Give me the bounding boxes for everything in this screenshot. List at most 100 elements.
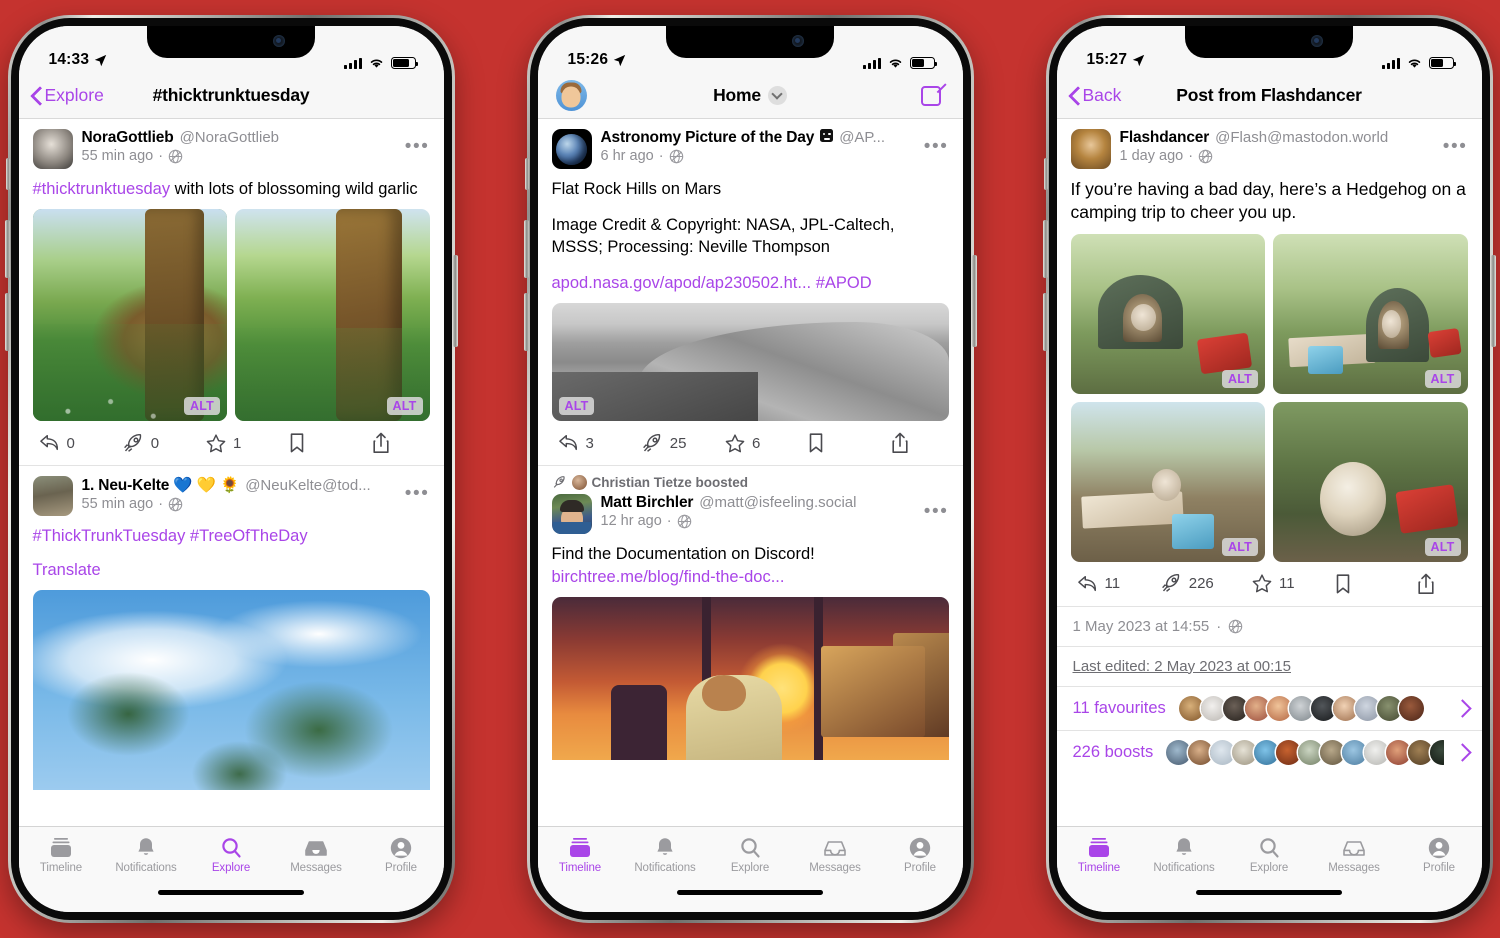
hashtag-link[interactable]: #thicktrunktuesday bbox=[33, 180, 171, 198]
feed[interactable]: NoraGottlieb @NoraGottlieb 55 min ago · bbox=[18, 119, 444, 826]
boost-button[interactable]: 0 bbox=[122, 433, 168, 454]
tab-notifications[interactable]: Notifications bbox=[1142, 836, 1227, 874]
volume-down-button[interactable] bbox=[523, 293, 529, 351]
favourites-row[interactable]: 11 favourites bbox=[1056, 685, 1482, 730]
volume-down-button[interactable] bbox=[1042, 293, 1048, 351]
post-author[interactable]: NoraGottlieb bbox=[82, 129, 174, 147]
post-more-button[interactable]: ••• bbox=[924, 494, 949, 521]
tab-timeline[interactable]: Timeline bbox=[1057, 836, 1142, 874]
boost-attribution-label[interactable]: Christian Tietze boosted bbox=[592, 475, 749, 490]
tab-messages[interactable]: Messages bbox=[793, 836, 878, 874]
tab-profile[interactable]: Profile bbox=[359, 836, 444, 874]
avatar[interactable] bbox=[551, 494, 592, 535]
media-image[interactable]: ALT bbox=[1070, 401, 1265, 562]
compose-button[interactable] bbox=[920, 82, 947, 108]
reply-button[interactable]: 11 bbox=[1077, 574, 1123, 594]
home-indicator[interactable] bbox=[677, 890, 823, 895]
volume-down-button[interactable] bbox=[4, 293, 10, 351]
volume-up-button[interactable] bbox=[523, 220, 529, 278]
share-button[interactable] bbox=[891, 432, 937, 454]
alt-badge[interactable]: ALT bbox=[1222, 369, 1258, 388]
tab-explore[interactable]: Explore bbox=[189, 836, 274, 874]
volume-up-button[interactable] bbox=[1042, 220, 1048, 278]
tab-timeline[interactable]: Timeline bbox=[19, 836, 104, 874]
translate-button[interactable]: Translate bbox=[33, 559, 430, 581]
reply-button[interactable]: 3 bbox=[558, 433, 604, 453]
media-image[interactable] bbox=[32, 590, 430, 791]
bookmark-button[interactable] bbox=[1334, 573, 1380, 595]
tab-timeline[interactable]: Timeline bbox=[538, 836, 623, 874]
post-author[interactable]: 1. Neu-Kelte 💙 💛 🌻 bbox=[82, 476, 240, 495]
post-more-button[interactable]: ••• bbox=[1443, 129, 1468, 156]
post-author[interactable]: Flashdancer bbox=[1120, 129, 1210, 147]
media-image[interactable]: ALT bbox=[1273, 401, 1468, 562]
favouriters-avatars[interactable] bbox=[1178, 695, 1444, 721]
alt-badge[interactable]: ALT bbox=[1222, 537, 1258, 556]
tab-messages[interactable]: Messages bbox=[274, 836, 359, 874]
favourite-button[interactable]: 1 bbox=[205, 433, 251, 454]
feed[interactable]: Astronomy Picture of the Day @AP... 6 hr… bbox=[537, 119, 963, 826]
post-more-button[interactable]: ••• bbox=[924, 129, 949, 156]
post-item[interactable]: Flashdancer @Flash@mastodon.world 1 day … bbox=[1057, 119, 1482, 606]
media-image[interactable]: ALT bbox=[551, 303, 949, 422]
tab-profile[interactable]: Profile bbox=[878, 836, 963, 874]
post-author[interactable]: Astronomy Picture of the Day bbox=[601, 129, 815, 147]
share-button[interactable] bbox=[372, 432, 418, 454]
tab-notifications[interactable]: Notifications bbox=[104, 836, 189, 874]
home-indicator[interactable] bbox=[1196, 890, 1342, 895]
media-image[interactable]: ALT bbox=[1273, 233, 1468, 394]
chevron-right-icon[interactable] bbox=[1456, 742, 1468, 762]
chevron-right-icon[interactable] bbox=[1456, 698, 1468, 718]
home-indicator[interactable] bbox=[158, 890, 304, 895]
power-button[interactable] bbox=[452, 255, 458, 347]
tab-explore[interactable]: Explore bbox=[1227, 836, 1312, 874]
post-item[interactable]: NoraGottlieb @NoraGottlieb 55 min ago · bbox=[18, 119, 444, 467]
share-button[interactable] bbox=[1417, 573, 1463, 595]
alt-badge[interactable]: ALT bbox=[558, 397, 595, 416]
media-image[interactable] bbox=[551, 596, 949, 760]
tab-messages[interactable]: Messages bbox=[1312, 836, 1397, 874]
boost-button[interactable]: 25 bbox=[641, 433, 687, 454]
avatar[interactable] bbox=[551, 129, 592, 169]
mute-switch[interactable] bbox=[1043, 158, 1048, 190]
media-image[interactable]: ALT bbox=[32, 209, 227, 422]
alt-badge[interactable]: ALT bbox=[1424, 537, 1461, 556]
mute-switch[interactable] bbox=[5, 158, 10, 190]
media-image[interactable]: ALT bbox=[235, 209, 430, 422]
back-button[interactable]: Explore bbox=[31, 85, 104, 106]
post-author[interactable]: Matt Birchler bbox=[601, 494, 694, 512]
power-button[interactable] bbox=[1490, 255, 1496, 347]
post-link[interactable]: birchtree.me/blog/find-the-doc... bbox=[552, 568, 785, 586]
alt-badge[interactable]: ALT bbox=[386, 397, 423, 416]
power-button[interactable] bbox=[971, 255, 977, 347]
last-edited-row[interactable]: Last edited: 2 May 2023 at 00:15 bbox=[1056, 645, 1482, 686]
bookmark-button[interactable] bbox=[288, 432, 334, 454]
alt-badge[interactable]: ALT bbox=[1424, 369, 1461, 388]
account-switcher-button[interactable] bbox=[555, 80, 587, 111]
post-more-button[interactable]: ••• bbox=[405, 476, 430, 503]
avatar[interactable] bbox=[571, 475, 587, 491]
feed[interactable]: Flashdancer @Flash@mastodon.world 1 day … bbox=[1056, 119, 1482, 826]
hashtag-link[interactable]: #ThickTrunkTuesday #TreeOfTheDay bbox=[33, 527, 308, 545]
post-link[interactable]: apod.nasa.gov/apod/ap230502.ht... bbox=[552, 274, 812, 292]
bookmark-button[interactable] bbox=[807, 432, 853, 454]
chevron-down-icon[interactable] bbox=[767, 86, 787, 105]
post-item[interactable]: 1. Neu-Kelte 💙 💛 🌻 @NeuKelte@tod... 55 m… bbox=[19, 466, 444, 791]
alt-badge[interactable]: ALT bbox=[184, 397, 220, 416]
post-more-button[interactable]: ••• bbox=[405, 129, 430, 156]
media-image[interactable]: ALT bbox=[1070, 233, 1265, 394]
tab-notifications[interactable]: Notifications bbox=[623, 836, 708, 874]
avatar[interactable] bbox=[1070, 129, 1111, 169]
hashtag-link[interactable]: #APOD bbox=[816, 274, 872, 292]
avatar[interactable] bbox=[32, 129, 73, 169]
timeline-selector[interactable]: Home bbox=[713, 85, 787, 106]
boosters-avatars[interactable] bbox=[1165, 739, 1444, 765]
boosts-row[interactable]: 226 boosts bbox=[1056, 729, 1482, 774]
post-item[interactable]: Astronomy Picture of the Day @AP... 6 hr… bbox=[537, 119, 963, 467]
avatar[interactable] bbox=[555, 80, 587, 111]
post-item[interactable]: Matt Birchler @matt@isfeeling.social 12 … bbox=[538, 492, 963, 760]
mute-switch[interactable] bbox=[524, 158, 529, 190]
tab-explore[interactable]: Explore bbox=[708, 836, 793, 874]
tab-profile[interactable]: Profile bbox=[1397, 836, 1482, 874]
boost-button[interactable]: 226 bbox=[1160, 573, 1214, 594]
